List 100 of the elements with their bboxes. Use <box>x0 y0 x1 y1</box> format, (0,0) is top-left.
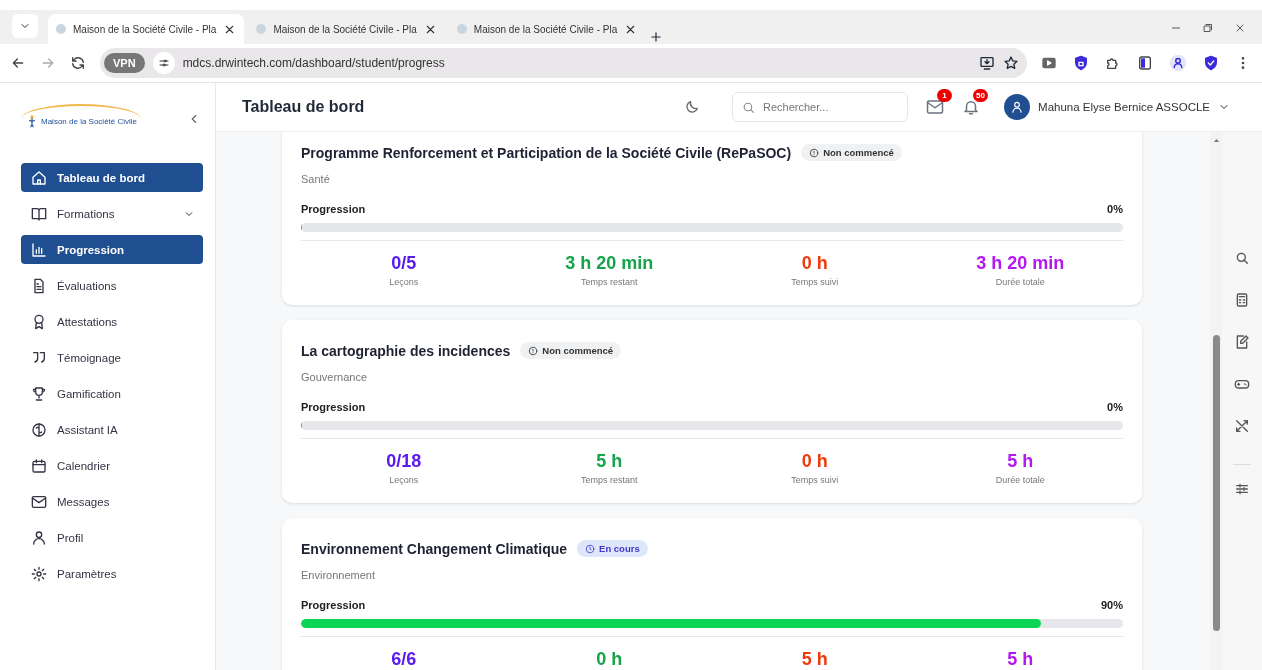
stat-value: 0/5 <box>391 253 417 274</box>
stat-value: 5 h <box>1007 649 1034 670</box>
back-arrow-icon[interactable] <box>10 55 26 71</box>
favicon-icon <box>56 24 66 34</box>
calculator-icon[interactable] <box>1234 292 1250 308</box>
status-badge: En cours <box>577 540 648 557</box>
sidebar-item[interactable]: Messages <box>21 487 203 516</box>
progress-percent: 0% <box>1107 401 1123 413</box>
bar-chart-icon <box>31 241 47 258</box>
sidebar-item[interactable]: Tableau de bord <box>21 163 203 192</box>
mail-icon <box>31 493 47 510</box>
stat-value: 6/6 <box>391 649 417 670</box>
user-menu[interactable]: Mahuna Elyse Bernice ASSOCLE <box>998 93 1236 121</box>
stat-value: 5 h <box>596 451 623 472</box>
sliders-icon[interactable] <box>1234 481 1250 497</box>
course-title: La cartographie des incidences <box>301 342 511 359</box>
stat-label: Leçons <box>389 475 419 485</box>
home-icon <box>31 169 47 186</box>
stat-label: Temps restant <box>581 475 638 485</box>
stat-value: 0/18 <box>386 451 422 472</box>
progress-percent: 90% <box>1100 599 1123 611</box>
document-icon <box>31 277 47 294</box>
search-icon[interactable] <box>1234 250 1250 266</box>
install-app-icon[interactable] <box>979 55 995 71</box>
course-category: Environnement <box>301 569 376 581</box>
sidebar-item[interactable]: Paramètres <box>21 559 203 588</box>
site-logo: Maison de la Société Civile <box>21 104 142 134</box>
play-icon[interactable] <box>1041 55 1057 71</box>
calendar-icon <box>31 457 47 474</box>
stat-value: 5 h <box>1007 451 1034 472</box>
stat-label: Temps restant <box>581 277 638 287</box>
sidebar-item[interactable]: Formations <box>21 199 203 228</box>
stat-label: Durée totale <box>995 277 1045 287</box>
stat-value: 3 h 20 min <box>976 253 1065 274</box>
stat-label: Temps suivi <box>791 277 839 287</box>
stat-label: Temps suivi <box>791 475 839 485</box>
sidebar-toggle-icon[interactable] <box>1137 55 1153 71</box>
notification-button[interactable] <box>962 98 981 116</box>
course-title: Environnement Changement Climatique <box>301 540 568 557</box>
browser-tab[interactable]: Maison de la Société Civile - Pla <box>48 14 245 44</box>
address-bar[interactable]: VPN mdcs.drwintech.com/dashboard/student/progress <box>100 48 1027 78</box>
notification-count: 50 <box>973 89 989 102</box>
bell-icon <box>962 98 981 116</box>
restore-icon[interactable] <box>1202 22 1214 34</box>
moon-icon[interactable] <box>684 99 701 115</box>
star-icon[interactable] <box>1003 55 1019 71</box>
puzzle-icon[interactable] <box>1105 55 1121 71</box>
reload-icon[interactable] <box>70 55 86 71</box>
quote-icon <box>31 349 47 366</box>
scrollbar-thumb[interactable] <box>1212 335 1220 631</box>
close-icon[interactable] <box>1234 22 1246 34</box>
user-icon <box>31 529 47 546</box>
course-category: Santé <box>301 173 331 185</box>
sidebar-item[interactable]: Attestations <box>21 307 203 336</box>
favicon-icon <box>456 24 467 34</box>
clock-icon <box>585 543 596 554</box>
progress-label: Progression <box>301 203 366 215</box>
mail-icon <box>926 98 945 116</box>
trophy-icon <box>31 385 47 402</box>
favicon-icon <box>256 24 267 34</box>
info-icon <box>809 147 820 158</box>
course-title: Programme Renforcement et Participation de la Société Civile (RePaSOC) <box>301 144 792 161</box>
sidebar-item[interactable]: Progression <box>21 235 203 264</box>
progress-percent: 0% <box>1107 203 1123 215</box>
info-icon <box>528 345 539 356</box>
sidebar-item[interactable]: Gamification <box>21 379 203 408</box>
stat-value: 0 h <box>596 649 623 670</box>
sidebar-item[interactable]: Calendrier <box>21 451 203 480</box>
stat-value: 3 h 20 min <box>565 253 654 274</box>
course-category: Gouvernance <box>301 371 369 383</box>
status-badge: Non commencé <box>520 342 622 359</box>
sidebar-item[interactable]: Témoignage <box>21 343 203 372</box>
url-text: mdcs.drwintech.com/dashboard/student/progress <box>182 56 446 70</box>
shield-lock-icon[interactable] <box>1073 55 1089 71</box>
unread-count: 1 <box>937 89 953 102</box>
stat-label: Leçons <box>389 277 419 287</box>
page-title: Tableau de bord <box>242 98 366 116</box>
avatar-icon <box>1010 100 1025 114</box>
search-icon <box>742 101 756 114</box>
shield-check-icon[interactable] <box>1203 55 1219 71</box>
status-badge: Non commencé <box>801 144 902 161</box>
progress-label: Progression <box>301 401 366 413</box>
stat-label: Durée totale <box>995 475 1045 485</box>
profile-icon[interactable] <box>1169 54 1187 72</box>
progress-label: Progression <box>301 599 366 611</box>
edit-icon[interactable] <box>1234 334 1250 350</box>
book-icon <box>31 205 47 222</box>
plus-icon[interactable] <box>649 30 664 44</box>
site-settings-icon[interactable] <box>157 57 170 69</box>
vpn-badge[interactable]: VPN <box>104 53 145 73</box>
sidebar-item[interactable]: Assistant IA <box>21 415 203 444</box>
stat-value: 0 h <box>801 253 828 274</box>
stat-value: 5 h <box>801 649 828 670</box>
sidebar-item[interactable]: Profil <box>21 523 203 552</box>
search-field[interactable]: Rechercher... <box>732 92 909 122</box>
award-icon <box>31 313 47 330</box>
stat-value: 0 h <box>801 451 828 472</box>
scroll-up-icon[interactable] <box>1211 136 1221 145</box>
sidebar-item[interactable]: Évaluations <box>21 271 203 300</box>
mail-button[interactable] <box>926 98 945 116</box>
